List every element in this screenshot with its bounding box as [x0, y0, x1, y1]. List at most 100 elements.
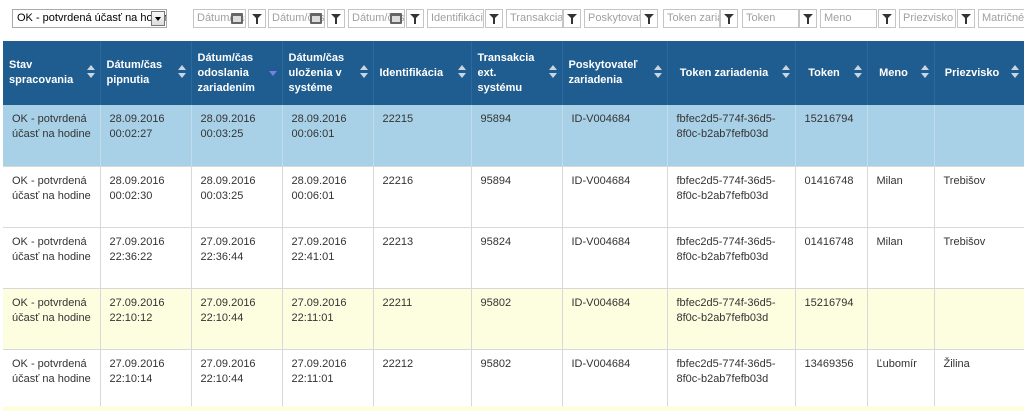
table-body: OK - potvrdená účasť na hodine 28.09.2016…: [3, 105, 1024, 411]
filter-button-first-name[interactable]: [878, 9, 896, 28]
table-row[interactable]: OK - potvrdená účasť na hodine 27.09.2016…: [3, 349, 1024, 411]
filter-input-pinned-at[interactable]: Dátum/čas: [193, 9, 246, 28]
filter-button-last-name[interactable]: [957, 9, 975, 28]
sort-icon[interactable]: [86, 65, 95, 79]
filter-icon: [882, 14, 892, 24]
cell-last-name: [934, 288, 1024, 350]
cell-identification: 22211: [373, 288, 472, 350]
cell-status: OK - potvrdená účasť na hodine: [3, 105, 101, 167]
cell-pinned-at: 27.09.2016 22:10:12: [100, 288, 192, 350]
column-header-token[interactable]: Token: [795, 41, 868, 105]
sort-icon[interactable]: [920, 65, 929, 79]
cell-sent-at: 28.09.2016 00:03:25: [191, 166, 283, 228]
filter-input-registry[interactable]: Matričné: [978, 9, 1024, 28]
filter-icon: [252, 14, 262, 24]
table-row[interactable]: OK - potvrdená účasť na hodine 28.09.2016…: [3, 105, 1024, 167]
filter-input-identification[interactable]: Identifikácia: [427, 9, 484, 28]
table-row[interactable]: OK - potvrdená účasť na hodine 28.09.2016…: [3, 166, 1024, 228]
sort-icon[interactable]: [853, 65, 862, 79]
cell-device-token: fbfec2d5-774f-36d5-8f0c-b2ab7fefb03d: [667, 166, 796, 228]
filter-icon: [644, 14, 654, 24]
cell-stored-at: 27.09.2016 22:11:01: [282, 349, 374, 411]
filter-button-stored-at[interactable]: [406, 9, 424, 28]
filter-button-identification[interactable]: [485, 9, 503, 28]
filter-input-transaction[interactable]: Transakcia: [506, 9, 563, 28]
cell-stored-at: 28.09.2016 00:06:01: [282, 166, 374, 228]
column-header-pinned-at[interactable]: Dátum/čas pipnutia: [100, 41, 192, 105]
column-header-last-name[interactable]: Priezvisko: [934, 41, 1024, 105]
status-filter-select[interactable]: OK - potvrdená účasť na hodine: [12, 9, 167, 28]
table-row[interactable]: OK - potvrdená účasť na hodine 27.09.2016…: [3, 227, 1024, 289]
filter-icon: [410, 14, 420, 24]
column-header-transaction[interactable]: Transakcia ext. systému: [471, 41, 563, 105]
filter-icon: [724, 14, 734, 24]
cell-sent-at: 28.09.2016 00:03:25: [191, 105, 283, 167]
cell-device-token: fbfec2d5-774f-36d5-8f0c-b2ab7fefb03d: [667, 349, 796, 411]
cell-provider: ID-V004684: [562, 288, 668, 350]
cell-status: OK - potvrdená účasť na hodine: [3, 288, 101, 350]
records-table: Stav spracovania Dátum/čas pipnutia Dátu…: [3, 41, 1024, 411]
table-row[interactable]: OK - potvrdená účasť na hodine 27.09.2016…: [3, 288, 1024, 350]
sort-icon[interactable]: [1010, 65, 1019, 79]
calendar-icon[interactable]: [310, 13, 322, 24]
filter-input-token[interactable]: Token: [742, 9, 799, 28]
cell-provider: ID-V004684: [562, 166, 668, 228]
cell-last-name: Žilina: [934, 349, 1024, 411]
column-header-provider[interactable]: Poskytovateľ zariadenia: [562, 41, 668, 105]
column-header-first-name[interactable]: Meno: [867, 41, 935, 105]
column-header-stored-at[interactable]: Dátum/čas uloženia v systéme: [282, 41, 374, 105]
filter-input-sent-at[interactable]: Dátum/čas: [268, 9, 325, 28]
cell-first-name: [867, 288, 935, 350]
cell-pinned-at: 28.09.2016 00:02:30: [100, 166, 192, 228]
filter-input-stored-at[interactable]: Dátum/čas: [348, 9, 405, 28]
column-header-status[interactable]: Stav spracovania: [3, 41, 101, 105]
cell-status: OK - potvrdená účasť na hodine: [3, 227, 101, 289]
cell-last-name: [934, 105, 1024, 167]
filter-input-last-name[interactable]: Priezvisko: [899, 9, 956, 28]
table-header-row: Stav spracovania Dátum/čas pipnutia Dátu…: [3, 41, 1024, 105]
cell-device-token: fbfec2d5-774f-36d5-8f0c-b2ab7fefb03d: [667, 227, 796, 289]
sort-icon[interactable]: [781, 65, 790, 79]
calendar-icon[interactable]: [231, 13, 243, 24]
column-header-identification[interactable]: Identifikácia: [373, 41, 472, 105]
cell-identification: 22213: [373, 227, 472, 289]
cell-stored-at: 27.09.2016 22:41:01: [282, 227, 374, 289]
cell-provider: ID-V004684: [562, 227, 668, 289]
filter-icon: [489, 14, 499, 24]
sort-icon[interactable]: [457, 65, 466, 79]
column-header-device-token[interactable]: Token zariadenia: [667, 41, 796, 105]
filter-input-first-name[interactable]: Meno: [820, 9, 877, 28]
filter-button-device-token[interactable]: [720, 9, 738, 28]
filter-button-provider[interactable]: [640, 9, 658, 28]
sort-icon[interactable]: [653, 65, 662, 79]
sort-icon[interactable]: [359, 65, 368, 79]
cell-status: OK - potvrdená účasť na hodine: [3, 349, 101, 411]
cell-transaction: 95894: [471, 105, 563, 167]
sort-icon[interactable]: [548, 65, 557, 79]
chevron-down-icon[interactable]: [151, 11, 165, 26]
calendar-icon[interactable]: [390, 13, 402, 24]
cell-device-token: fbfec2d5-774f-36d5-8f0c-b2ab7fefb03d: [667, 288, 796, 350]
cell-token: 15216794: [795, 105, 868, 167]
column-header-sent-at[interactable]: Dátum/čas odoslania zariadením: [191, 41, 283, 105]
cell-token: 15216794: [795, 288, 868, 350]
cell-first-name: Ľubomír: [867, 349, 935, 411]
cell-first-name: [867, 105, 935, 167]
cell-first-name: Milan: [867, 166, 935, 228]
cell-provider: ID-V004684: [562, 349, 668, 411]
sort-icon[interactable]: [177, 65, 186, 79]
filter-button-pinned-at[interactable]: [248, 9, 266, 28]
filter-bar: OK - potvrdená účasť na hodine Dátum/čas…: [0, 0, 1024, 40]
sort-desc-icon[interactable]: [268, 65, 277, 79]
filter-input-device-token[interactable]: Token zariadenia: [663, 9, 720, 28]
cell-pinned-at: 28.09.2016 00:02:27: [100, 105, 192, 167]
filter-icon: [961, 14, 971, 24]
cell-sent-at: 27.09.2016 22:10:44: [191, 288, 283, 350]
filter-input-provider[interactable]: Poskytovateľ: [584, 9, 641, 28]
filter-button-transaction[interactable]: [563, 9, 581, 28]
cell-last-name: Trebišov: [934, 227, 1024, 289]
filter-button-sent-at[interactable]: [327, 9, 345, 28]
filter-icon: [331, 14, 341, 24]
filter-button-token[interactable]: [799, 9, 817, 28]
cell-pinned-at: 27.09.2016 22:36:22: [100, 227, 192, 289]
